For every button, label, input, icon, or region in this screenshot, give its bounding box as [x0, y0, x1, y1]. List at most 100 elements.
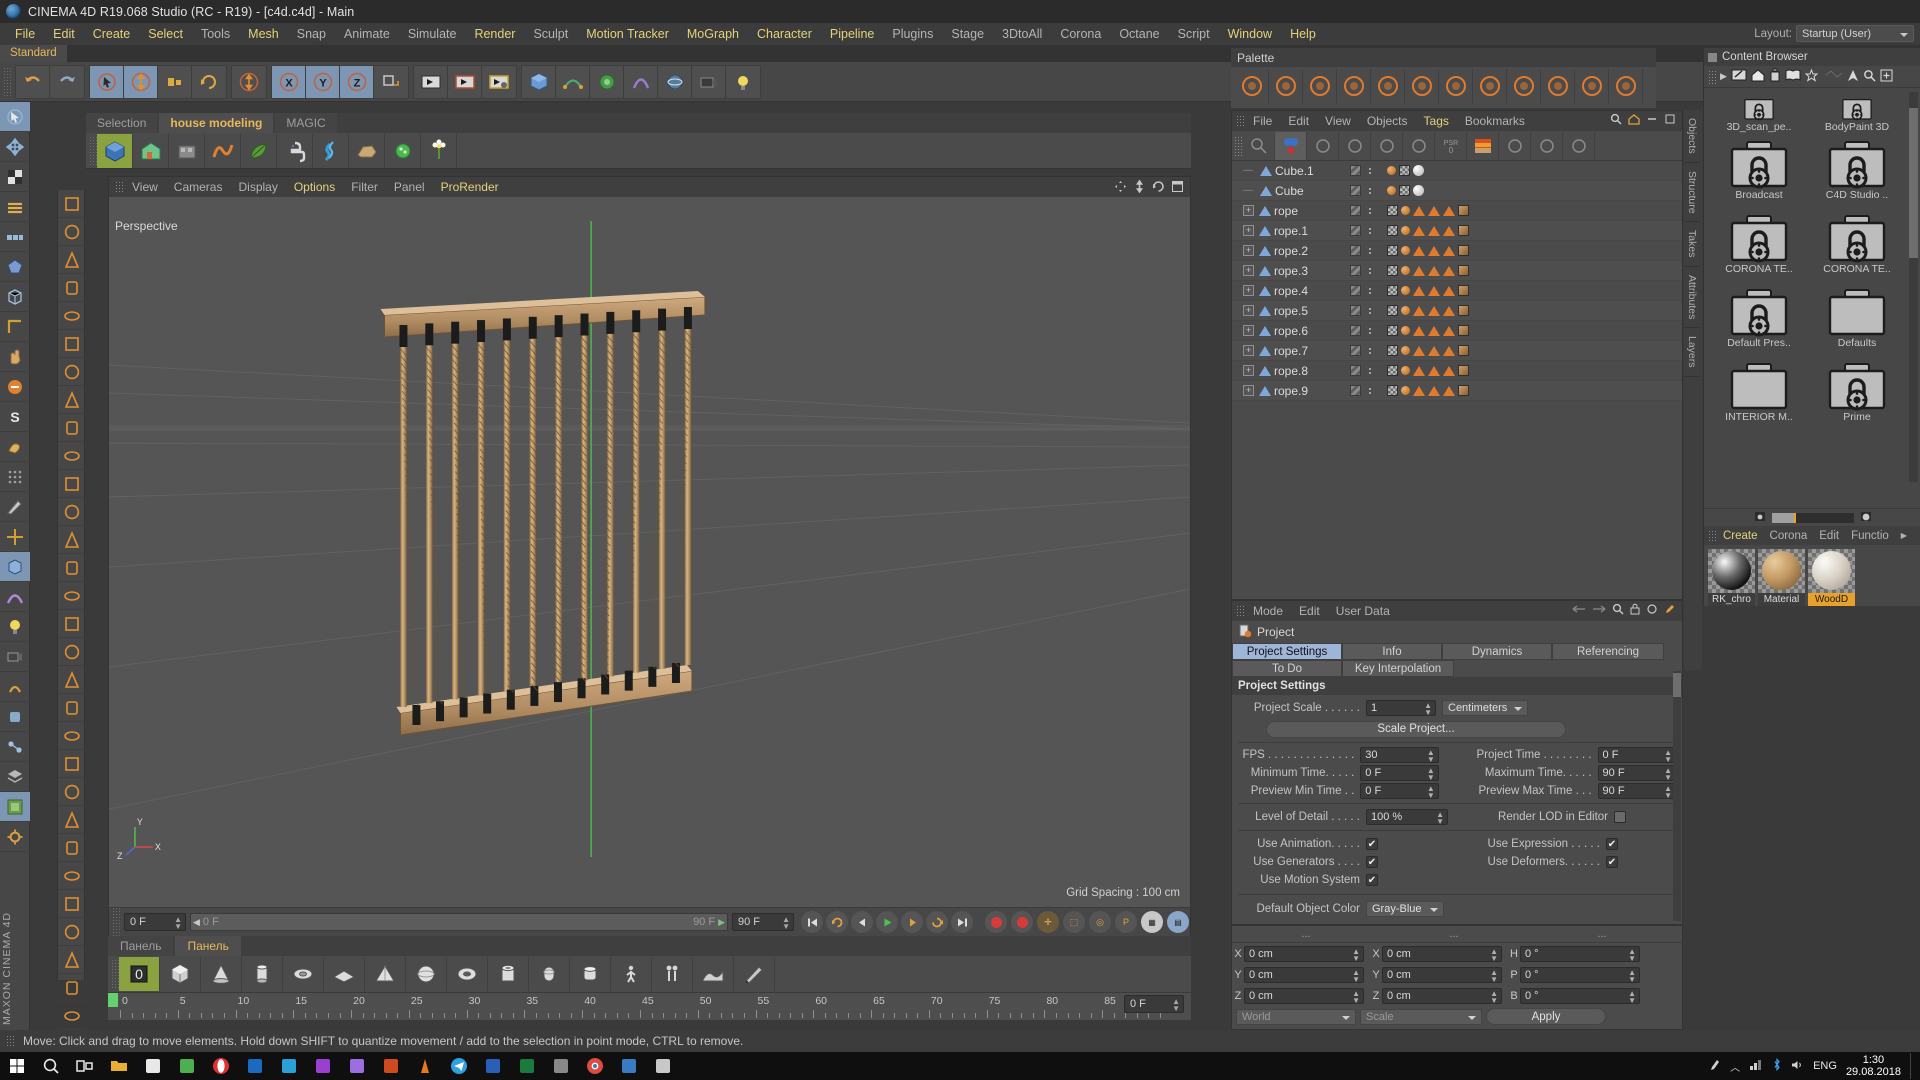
pencil-icon[interactable] [1731, 68, 1747, 85]
tab-standard[interactable]: Standard [0, 45, 67, 62]
palette2-spline-orange-icon[interactable] [58, 554, 86, 582]
tag-phong-icon[interactable] [1413, 285, 1425, 296]
tag-phong-icon[interactable] [1428, 245, 1440, 256]
left-tool-cube-wire-icon[interactable] [0, 282, 30, 312]
menu-item-plugins[interactable]: Plugins [883, 23, 942, 45]
palette2-relief-orange-icon[interactable] [58, 526, 86, 554]
coord-size-spinner[interactable]: ▲ ▼ [1490, 947, 1498, 962]
object-dot-toggles[interactable] [1369, 367, 1371, 374]
palette-bake-icon[interactable] [1541, 69, 1575, 103]
capsule-prim-button[interactable] [529, 957, 570, 991]
tag-phong-icon[interactable] [1443, 245, 1455, 256]
attr-tab-referencing[interactable]: Referencing [1552, 643, 1664, 660]
viewport-tab-selection[interactable]: Selection [86, 113, 158, 133]
palette2-figure-orange-icon[interactable] [58, 470, 86, 498]
palette-settings-icon[interactable] [1609, 69, 1643, 103]
om-menu-file[interactable]: File [1245, 114, 1280, 128]
fps-field[interactable]: 30 ▲ ▼ [1360, 747, 1439, 764]
left-tool-box-solid-icon[interactable] [0, 552, 30, 582]
tag-wood-icon[interactable] [1458, 325, 1469, 336]
autokey-button[interactable] [1011, 911, 1033, 933]
attr-tab-key-interpolation[interactable]: Key Interpolation [1342, 660, 1454, 677]
left-tool-minus-icon[interactable] [0, 372, 30, 402]
content-browser-item[interactable]: Default Pres.. [1710, 286, 1808, 360]
palette2-sweep-orange-icon[interactable] [58, 694, 86, 722]
object-visibility-toggle[interactable] [1350, 325, 1361, 336]
object-row[interactable]: — Cube [1232, 181, 1682, 201]
language-indicator[interactable]: ENG [1813, 1060, 1837, 1072]
object-expand-toggle[interactable]: + [1243, 345, 1254, 356]
viewport-menu-panel[interactable]: Panel [386, 177, 433, 197]
rock-object-button[interactable] [349, 133, 385, 168]
am-menu-edit[interactable]: Edit [1291, 604, 1328, 618]
tag-phong-icon[interactable] [1428, 325, 1440, 336]
tag-phong-icon[interactable] [1413, 225, 1425, 236]
left-tool-deform-icon[interactable] [0, 582, 30, 612]
coord-pos-spinner[interactable]: ▲ ▼ [1352, 947, 1360, 962]
object-row[interactable]: + rope.8 [1232, 361, 1682, 381]
taskbar-clock[interactable]: 1:30 29.08.2018 [1846, 1054, 1901, 1078]
figure-prim-button[interactable] [611, 957, 652, 991]
palette-cloud-icon[interactable] [1235, 69, 1269, 103]
tag-texture-icon[interactable] [1387, 265, 1398, 276]
palette2-extrude-orange-icon[interactable] [58, 610, 86, 638]
taskbar-chrome-icon[interactable] [578, 1052, 612, 1080]
lod-field[interactable]: 100 % ▲ ▼ [1366, 809, 1448, 826]
menu-item-help[interactable]: Help [1281, 23, 1325, 45]
lod-spinner[interactable]: ▲ ▼ [1436, 811, 1444, 826]
vtab-layers[interactable]: Layers [1684, 328, 1700, 377]
play-button[interactable] [876, 911, 898, 933]
tag-material-icon[interactable] [1401, 326, 1410, 335]
menu-item-mesh[interactable]: Mesh [239, 23, 288, 45]
large-thumb-icon[interactable] [1860, 511, 1872, 525]
material-item[interactable]: WoodD [1808, 549, 1855, 606]
object-expand-toggle[interactable]: + [1243, 365, 1254, 376]
palette-figure-icon[interactable] [1371, 69, 1405, 103]
tag-phong-icon[interactable] [1413, 385, 1425, 396]
menu-item-tools[interactable]: Tools [192, 23, 239, 45]
search-attr-icon[interactable] [1612, 603, 1624, 618]
object-visibility-toggle[interactable] [1350, 185, 1361, 196]
tag-phong-icon[interactable] [1413, 205, 1425, 216]
left-tool-live-selection-icon[interactable] [0, 102, 30, 132]
viewport-menu-prorender[interactable]: ProRender [433, 177, 507, 197]
bluetooth-icon[interactable] [1772, 1058, 1782, 1074]
viewport-menu-options[interactable]: Options [286, 177, 343, 197]
torus-prim-button[interactable] [447, 957, 488, 991]
palette2-boole-orange-icon[interactable] [58, 806, 86, 834]
tag-material-icon[interactable] [1401, 226, 1410, 235]
vtab-attributes[interactable]: Attributes [1684, 267, 1700, 329]
maximum-time-spinner[interactable]: ▲ ▼ [1664, 767, 1672, 782]
object-dot-toggles[interactable] [1369, 247, 1371, 254]
coord-rotation-field[interactable]: 0 ° ▲ ▼ [1520, 987, 1640, 1004]
palette2-connect-orange-icon[interactable] [58, 918, 86, 946]
tag-phong-icon[interactable] [1413, 365, 1425, 376]
om-menu-objects[interactable]: Objects [1359, 114, 1416, 128]
tag-wood-icon[interactable] [1458, 305, 1469, 316]
volume-icon[interactable] [1791, 1059, 1804, 1074]
tag-texture-icon[interactable] [1387, 225, 1398, 236]
tag-wood-icon[interactable] [1458, 265, 1469, 276]
coord-size-field[interactable]: 0 cm ▲ ▼ [1382, 966, 1502, 983]
lock-icon[interactable] [1630, 603, 1640, 618]
menu-item-render[interactable]: Render [465, 23, 524, 45]
left-tool-grid-dots-icon[interactable] [0, 462, 30, 492]
left-tool-hand-icon[interactable] [0, 342, 30, 372]
key-rotation-button[interactable]: ◎ [1089, 911, 1111, 933]
python-script-button[interactable] [277, 133, 313, 168]
cube-prim-button[interactable] [160, 957, 201, 991]
tag-material-icon[interactable] [1401, 206, 1410, 215]
scale-project-button[interactable]: Scale Project... [1266, 720, 1566, 738]
coord-pos-spinner[interactable]: ▲ ▼ [1352, 968, 1360, 983]
om-toolbar-grip[interactable] [1234, 135, 1243, 156]
plane-prim-button[interactable] [324, 957, 365, 991]
mm-menu-create[interactable]: Create [1717, 530, 1764, 542]
coord-size-field[interactable]: 0 cm ▲ ▼ [1382, 945, 1502, 962]
tag-texture-icon[interactable] [1387, 305, 1398, 316]
render-region-button[interactable] [448, 65, 482, 98]
attr-tab-info[interactable]: Info [1342, 643, 1442, 660]
maximum-time-field[interactable]: 90 F ▲ ▼ [1597, 765, 1676, 782]
play-forward-button[interactable] [926, 911, 948, 933]
object-expand-toggle[interactable]: + [1243, 205, 1254, 216]
object-visibility-toggle[interactable] [1350, 265, 1361, 276]
